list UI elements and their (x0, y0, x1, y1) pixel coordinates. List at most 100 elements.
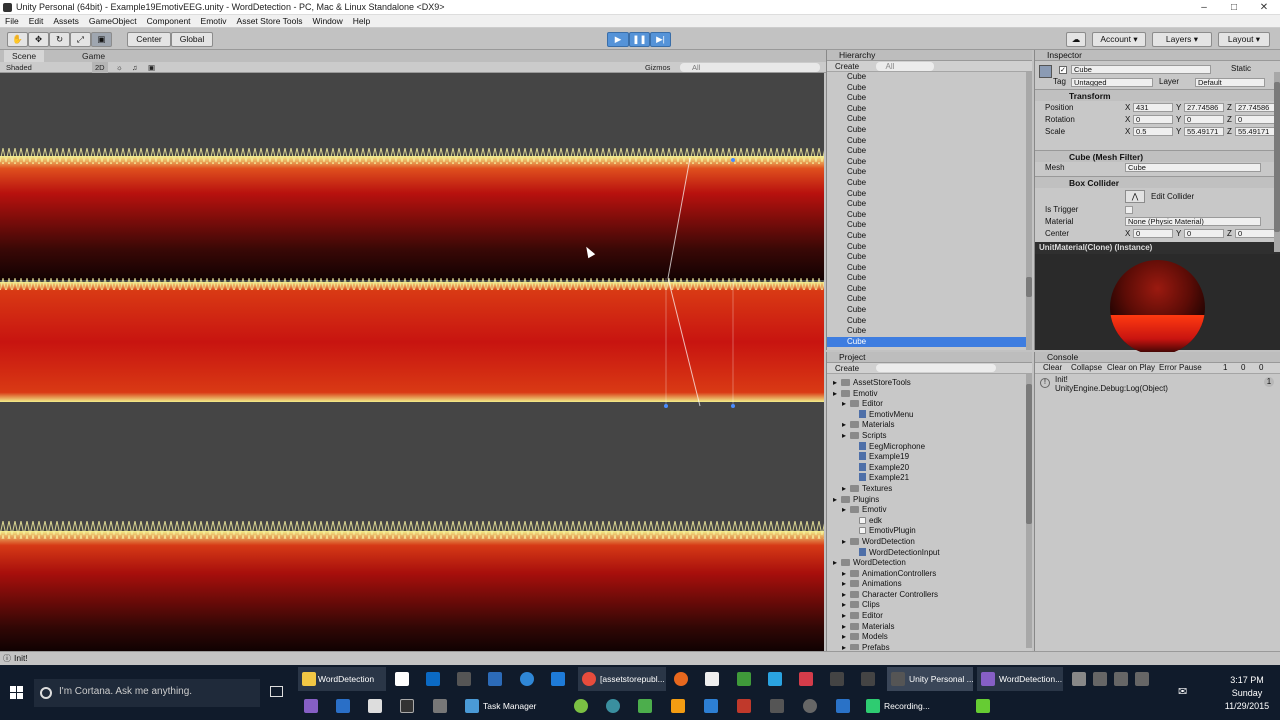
project-tree-item[interactable]: ▸ Character Controllers (827, 590, 1032, 601)
globe-icon[interactable] (520, 672, 534, 686)
expand-arrow-icon[interactable]: ▸ (842, 431, 850, 442)
app-red-icon[interactable] (737, 699, 751, 713)
hierarchy-item[interactable]: Cube (827, 273, 1032, 284)
transform-header[interactable]: Transform (1035, 89, 1280, 101)
tray-app-icon-3[interactable] (1114, 672, 1128, 686)
app-gear-icon[interactable] (803, 699, 817, 713)
material-preview-header[interactable]: UnitMaterial(Clone) (Instance) (1035, 242, 1280, 254)
hierarchy-item[interactable]: Cube (827, 157, 1032, 168)
scale-z-field[interactable]: 55.49171 (1235, 127, 1275, 136)
unity-taskbar-icon[interactable] (830, 672, 844, 686)
menu-assets[interactable]: Assets (48, 15, 84, 28)
app-green-icon[interactable] (574, 699, 588, 713)
audio-icon[interactable]: ♫ (132, 62, 138, 73)
expand-arrow-icon[interactable]: ▸ (842, 399, 850, 410)
scene-search-input[interactable]: All (680, 63, 820, 72)
pause-button[interactable]: ❚❚ (629, 32, 650, 47)
taskbar-app-chrome[interactable]: [assetstorepubl... (578, 667, 666, 691)
mp-icon[interactable] (488, 672, 502, 686)
cortana-search[interactable]: I'm Cortana. Ask me anything. (34, 679, 260, 707)
hierarchy-scrollbar[interactable] (1026, 72, 1032, 350)
app-t-icon[interactable] (799, 672, 813, 686)
position-y-field[interactable]: 27.74586 (1184, 103, 1224, 112)
menu-asset-store-tools[interactable]: Asset Store Tools (232, 15, 308, 28)
status-text[interactable]: Init! (14, 653, 28, 663)
taskbar-app-unity[interactable]: Unity Personal ... (887, 667, 974, 691)
menu-help[interactable]: Help (348, 15, 375, 28)
hierarchy-create-button[interactable]: Create (827, 62, 859, 71)
tab-scene[interactable]: Scene (4, 50, 45, 62)
expand-arrow-icon[interactable]: ▸ (842, 537, 850, 548)
project-tree-item[interactable]: ▸ WordDetection (827, 558, 1032, 569)
account-dropdown[interactable]: Account ▾ (1092, 32, 1146, 47)
hierarchy-item[interactable]: Cube (827, 146, 1032, 157)
mesh-filter-header[interactable]: Cube (Mesh Filter) (1035, 150, 1280, 162)
project-tree-item[interactable]: WordDetectionInput (827, 547, 1032, 559)
edit-collider-icon[interactable]: ⋀ (1125, 190, 1145, 203)
taskbar-app-recording[interactable]: Recording... (862, 694, 954, 718)
project-tree-item[interactable]: ▸ Editor (827, 611, 1032, 622)
project-tree-item[interactable]: edk (827, 516, 1032, 527)
project-tree-item[interactable]: ▸ Animations (827, 579, 1032, 590)
hierarchy-item[interactable]: Cube (827, 114, 1032, 125)
hierarchy-item[interactable]: Cube (827, 336, 1032, 348)
project-tree-item[interactable]: ▸ AnimationControllers (827, 569, 1032, 580)
layers-dropdown[interactable]: Layers ▾ (1152, 32, 1212, 47)
expand-arrow-icon[interactable]: ▸ (842, 420, 850, 431)
console-log-entry[interactable]: ! Init! UnityEngine.Debug:Log(Object) 1 (1035, 374, 1280, 394)
position-x-field[interactable]: 431 (1133, 103, 1173, 112)
project-tree-item[interactable]: Example20 (827, 462, 1032, 474)
taskbar-app-worddetection-folder[interactable]: WordDetection (298, 667, 386, 691)
app-doc-icon[interactable] (638, 699, 652, 713)
minimize-button[interactable]: – (1188, 0, 1220, 15)
tab-game[interactable]: Game (74, 50, 113, 62)
project-search-input[interactable] (875, 364, 996, 372)
menu-emotiv[interactable]: Emotiv (196, 15, 232, 28)
rotation-x-field[interactable]: 0 (1133, 115, 1173, 124)
menu-window[interactable]: Window (308, 15, 348, 28)
app-mail-icon[interactable] (836, 699, 850, 713)
expand-arrow-icon[interactable]: ▸ (842, 590, 850, 601)
hierarchy-item[interactable]: Cube (827, 125, 1032, 136)
close-button[interactable]: ✕ (1248, 0, 1280, 15)
hierarchy-item[interactable]: Cube (827, 231, 1032, 242)
scale-y-field[interactable]: 55.49171 (1184, 127, 1224, 136)
project-tree-item[interactable]: ▸ Materials (827, 622, 1032, 633)
windows-start-icon[interactable] (10, 686, 23, 699)
clock[interactable]: 3:17 PM Sunday 11/29/2015 (1222, 674, 1272, 713)
settings-tool-icon[interactable] (433, 699, 447, 713)
project-scroll-thumb[interactable] (1026, 384, 1032, 524)
effects-icon[interactable]: ▣ (148, 62, 155, 73)
project-tree-item[interactable]: ▸ Materials (827, 420, 1032, 431)
app-s-icon[interactable] (768, 672, 782, 686)
project-tree-item[interactable]: Example19 (827, 452, 1032, 463)
project-tree-item[interactable]: ▸ Emotiv (827, 505, 1032, 516)
console-clear-button[interactable]: Clear (1043, 363, 1062, 374)
expand-arrow-icon[interactable]: ▸ (842, 611, 850, 622)
layer-dropdown[interactable]: Default (1195, 78, 1265, 87)
mesh-field[interactable]: Cube (1125, 163, 1261, 172)
expand-arrow-icon[interactable]: ▸ (833, 495, 841, 506)
is-trigger-checkbox[interactable] (1125, 206, 1133, 214)
play-button[interactable]: ▶ (607, 32, 629, 47)
hand-tool-icon[interactable]: ✋ (7, 32, 28, 47)
project-tree-item[interactable]: ▸ AssetStoreTools (827, 378, 1032, 389)
hierarchy-scroll-thumb[interactable] (1026, 277, 1032, 297)
app-teal-icon[interactable] (606, 699, 620, 713)
shading-mode-dropdown[interactable]: Shaded (6, 62, 32, 73)
hierarchy-search-input[interactable]: All (875, 62, 935, 71)
rotate-tool-icon[interactable]: ↻ (49, 32, 70, 47)
active-checkbox[interactable]: ✓ (1059, 66, 1067, 74)
firefox-icon[interactable] (674, 672, 688, 686)
rect-tool-icon[interactable]: ▣ (91, 32, 112, 47)
project-tree-item[interactable]: ▸ Textures (827, 484, 1032, 495)
app-unity-hub-icon[interactable] (770, 699, 784, 713)
project-tree-item[interactable]: ▸ Prefabs (827, 643, 1032, 650)
project-tree-item[interactable]: ▸ Plugins (827, 495, 1032, 506)
expand-arrow-icon[interactable]: ▸ (842, 569, 850, 580)
project-tree-item[interactable]: ▸ Clips (827, 600, 1032, 611)
box-collider-header[interactable]: Box Collider (1035, 176, 1280, 188)
console-log-count[interactable]: 1 (1223, 363, 1227, 374)
hierarchy-item[interactable]: Cube (827, 284, 1032, 295)
project-tree-item[interactable]: EmotivPlugin (827, 526, 1032, 537)
